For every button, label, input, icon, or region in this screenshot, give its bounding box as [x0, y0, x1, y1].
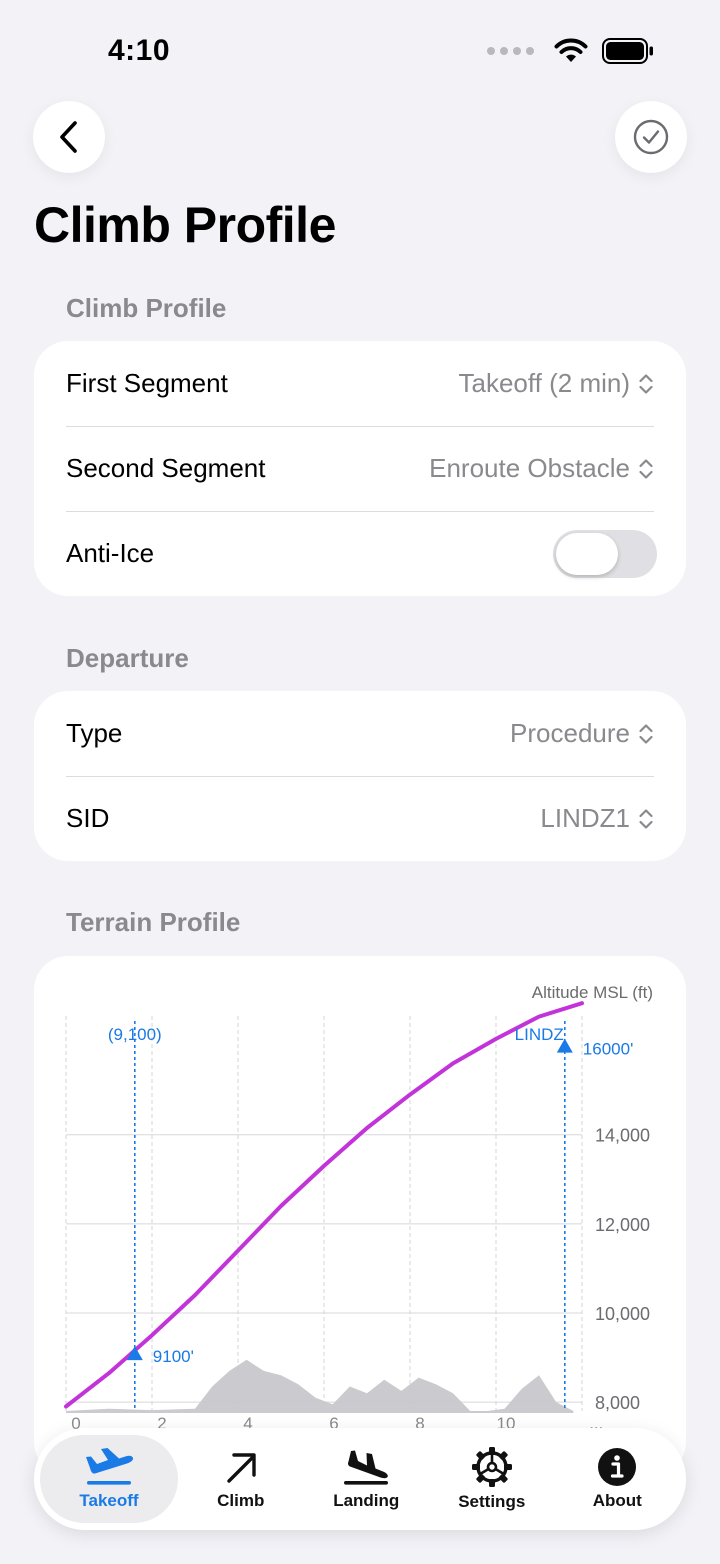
battery-icon — [602, 38, 653, 64]
row-value: LINDZ1 — [540, 803, 630, 833]
climb-arrow-icon — [227, 1453, 256, 1483]
first-segment-row[interactable]: First Segment Takeoff (2 min) — [34, 341, 686, 426]
sid-row[interactable]: SID LINDZ1 — [34, 776, 686, 861]
chevron-up-down-icon — [639, 808, 653, 829]
y-tick-label: 14,000 — [595, 1126, 650, 1146]
y-axis-title: Altitude MSL (ft) — [532, 983, 653, 1002]
takeoff-icon — [86, 1448, 134, 1485]
toggle-knob — [556, 532, 618, 575]
marker-top-label: (9,100) — [108, 1025, 162, 1044]
tab-label: Settings — [458, 1492, 526, 1511]
row-value: Enroute Obstacle — [429, 453, 630, 483]
marker-point-label: 9100' — [153, 1347, 194, 1366]
first-segment-picker[interactable]: Takeoff (2 min) — [459, 368, 654, 399]
status-bar: 4:10 — [0, 0, 720, 100]
section-header-departure: Departure — [66, 643, 189, 673]
departure-card: Type Procedure SID LINDZ1 — [34, 691, 686, 861]
row-value: Procedure — [510, 718, 630, 748]
tab-takeoff[interactable]: Takeoff — [40, 1435, 178, 1523]
tab-label: Landing — [333, 1491, 400, 1510]
row-label: Second Segment — [66, 453, 266, 483]
terrain-area — [66, 1359, 574, 1413]
section-header-terrain-profile: Terrain Profile — [66, 907, 241, 937]
chevron-up-down-icon — [639, 458, 653, 479]
tab-bar: Takeoff Climb Landing Settings About — [34, 1428, 686, 1530]
anti-ice-row: Anti-Ice — [34, 511, 686, 596]
page-title: Climb Profile — [34, 197, 336, 253]
row-value: Takeoff (2 min) — [458, 368, 630, 398]
y-tick-label: 10,000 — [595, 1304, 650, 1324]
chevron-left-icon — [60, 121, 77, 153]
done-button[interactable] — [615, 101, 687, 173]
wifi-icon — [554, 38, 588, 62]
row-label: First Segment — [66, 368, 228, 398]
anti-ice-toggle[interactable] — [553, 529, 657, 578]
status-icons — [487, 38, 654, 64]
chevron-up-down-icon — [639, 723, 653, 744]
info-icon — [598, 1448, 637, 1486]
second-segment-picker[interactable]: Enroute Obstacle — [429, 453, 654, 484]
checkmark-circle-icon — [633, 119, 669, 155]
second-segment-row[interactable]: Second Segment Enroute Obstacle — [34, 426, 686, 511]
tab-climb[interactable]: Climb — [178, 1435, 304, 1523]
status-time: 4:10 — [108, 34, 171, 67]
row-label: SID — [66, 803, 110, 833]
tab-about[interactable]: About — [555, 1435, 681, 1523]
landing-icon — [344, 1450, 389, 1485]
back-button[interactable] — [33, 101, 105, 173]
departure-type-row[interactable]: Type Procedure — [34, 691, 686, 776]
climb-profile-card: First Segment Takeoff (2 min) Second Seg… — [34, 341, 686, 596]
y-tick-label: 12,000 — [595, 1215, 650, 1235]
marker-point-label: 16000' — [583, 1040, 634, 1059]
tab-landing[interactable]: Landing — [304, 1435, 430, 1523]
row-label: Anti-Ice — [66, 538, 155, 568]
cellular-signal-icon — [487, 47, 534, 55]
sid-picker[interactable]: LINDZ1 — [540, 803, 654, 834]
tab-label: Takeoff — [79, 1491, 139, 1510]
tab-label: Climb — [217, 1491, 265, 1510]
departure-type-picker[interactable]: Procedure — [510, 718, 654, 749]
section-header-climb-profile: Climb Profile — [66, 293, 227, 323]
marker-top-label: LINDZ — [515, 1025, 564, 1044]
terrain-profile-chart: Altitude MSL (ft) 8,000 10,000 12,000 14,000… — [64, 983, 653, 1433]
gear-icon — [471, 1447, 512, 1487]
y-tick-label: 8,000 — [595, 1393, 640, 1413]
terrain-profile-card: Altitude MSL (ft) 8,000 10,000 12,000 14,000… — [34, 956, 686, 1476]
tab-label: About — [592, 1491, 642, 1510]
tab-settings[interactable]: Settings — [429, 1435, 555, 1523]
chevron-up-down-icon — [639, 373, 653, 394]
row-label: Type — [66, 718, 123, 748]
